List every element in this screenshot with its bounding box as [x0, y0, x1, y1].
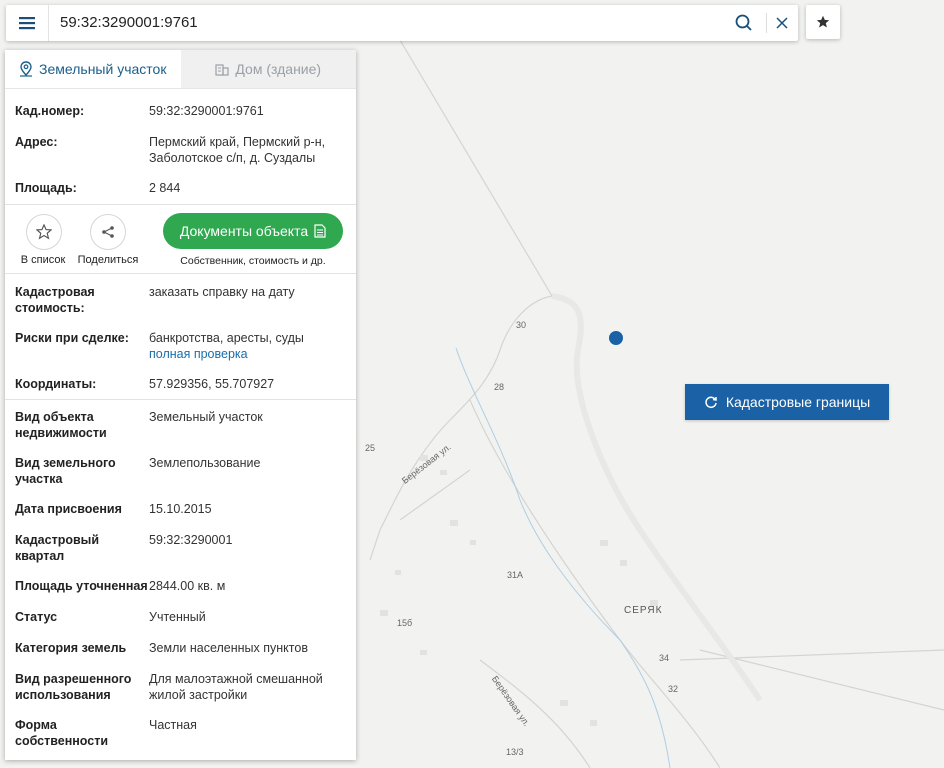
property-value: Частная: [149, 718, 197, 732]
property-row: Вид земельного участка Землепользование: [15, 455, 347, 501]
property-row: Вид разрешенного использования Для малоэт…: [15, 671, 347, 717]
tab-building[interactable]: Дом (здание): [180, 50, 356, 88]
add-to-list-button[interactable]: [26, 214, 62, 250]
add-to-list-label: В список: [20, 254, 66, 266]
share-button[interactable]: [90, 214, 126, 250]
cad-number-row: Кад.номер: 59:32:3290001:9761: [15, 103, 347, 134]
cad-cost-label: Кадастровая стоимость:: [15, 284, 149, 330]
property-label: Площадь уточненная: [15, 579, 148, 593]
properties-section: Вид объекта недвижимости Земельный участо…: [5, 400, 356, 757]
property-label: Вид разрешенного использования: [15, 672, 132, 702]
property-value: Учтенный: [149, 610, 206, 624]
property-label: Форма собственности: [15, 718, 109, 748]
area-label: Площадь:: [15, 181, 77, 195]
search-divider: [766, 13, 767, 33]
map-label-25: 25: [365, 443, 376, 453]
map-label-13-3: 13/3: [506, 747, 524, 757]
address-line: Заболотское с/п, д. Суздалы: [149, 151, 316, 165]
cad-number-label: Кад.номер:: [15, 104, 85, 118]
map-label-15b: 15б: [397, 618, 413, 628]
cad-cost-label-line: Кадастровая: [15, 285, 95, 299]
location-marker-icon[interactable]: [609, 331, 623, 345]
property-label: Категория земель: [15, 641, 127, 655]
property-value: Земли населенных пунктов: [149, 641, 308, 655]
address-row: Адрес: Пермский край, Пермский р-н, Забо…: [15, 134, 347, 180]
property-value: Для малоэтажной смешанной жилой застройки: [149, 672, 323, 702]
property-row: Вид объекта недвижимости Земельный участо…: [15, 409, 347, 455]
cad-number-link[interactable]: 59:32:3290001:9761: [149, 103, 347, 134]
property-row: Форма собственности Частная: [15, 717, 347, 757]
risks-text: банкротства, аресты, суды: [149, 331, 304, 345]
coordinates-value: 57.929356, 55.707927: [149, 377, 275, 391]
documents-subtitle: Собственник, стоимость и др.: [180, 255, 326, 267]
address-value: Пермский край, Пермский р-н, Заболотское…: [149, 134, 347, 180]
property-value: 15.10.2015: [149, 502, 212, 516]
coordinates-label: Координаты:: [15, 377, 97, 391]
order-certificate-link[interactable]: заказать справку на дату: [149, 284, 347, 330]
property-label: Статус: [15, 610, 58, 624]
property-row: Площадь уточненная 2844.00 кв. м: [15, 578, 347, 609]
address-label: Адрес:: [15, 135, 58, 149]
summary-section: Кад.номер: 59:32:3290001:9761 Адрес: Пер…: [5, 89, 356, 204]
property-label: Дата присвоения: [15, 502, 122, 516]
coordinates-row: Координаты: 57.929356, 55.707927: [15, 376, 347, 399]
map-village-label: СЕРЯК: [624, 605, 663, 616]
tab-building-label: Дом (здание): [235, 61, 322, 77]
close-icon[interactable]: [772, 13, 792, 33]
location-pin-icon: [20, 61, 33, 77]
search-icon[interactable]: [734, 13, 754, 33]
area-value: 2 844: [149, 181, 181, 195]
map-label-31a: 31А: [507, 570, 524, 580]
address-line: Пермский край, Пермский р-н,: [149, 135, 326, 149]
property-value: Землепользование: [149, 456, 261, 470]
property-value: Земельный участок: [149, 410, 263, 424]
star-icon: [816, 15, 830, 28]
cad-cost-label-line: стоимость:: [15, 301, 85, 315]
tab-land-plot[interactable]: Земельный участок: [5, 50, 181, 88]
tab-land-plot-label: Земельный участок: [39, 61, 167, 77]
search-bar: 59:32:3290001:9761: [6, 5, 798, 41]
map-label-34: 34: [659, 653, 670, 663]
object-documents-label: Документы объекта: [179, 223, 309, 239]
map-label-32: 32: [668, 684, 679, 694]
cadastral-borders-label: Кадастровые границы: [725, 394, 871, 410]
share-icon: [102, 226, 114, 238]
panel-tabs: Земельный участок Дом (здание): [5, 50, 356, 89]
object-info-panel: Земельный участок Дом (здание) Кад.номер…: [5, 50, 356, 760]
full-check-link[interactable]: полная проверка: [149, 346, 347, 362]
search-input[interactable]: 59:32:3290001:9761: [60, 5, 198, 41]
risks-row: Риски при сделке: банкротства, аресты, с…: [15, 330, 347, 376]
property-label: Кадастровый квартал: [15, 533, 100, 563]
property-row: Категория земель Земли населенных пункто…: [15, 640, 347, 671]
document-icon: [314, 224, 326, 238]
map-label-28: 28: [494, 382, 505, 392]
share-label: Поделиться: [77, 254, 139, 266]
refresh-icon: [705, 396, 717, 409]
building-icon: [215, 64, 230, 76]
property-row: Дата присвоения 15.10.2015: [15, 501, 347, 532]
object-documents-button[interactable]: Документы объекта: [163, 213, 343, 249]
property-label: Вид объекта недвижимости: [15, 410, 107, 440]
cad-cost-row: Кадастровая стоимость: заказать справку …: [15, 284, 347, 330]
risks-label: Риски при сделке:: [15, 331, 129, 345]
star-outline-icon: [36, 224, 52, 240]
favorites-button[interactable]: [806, 5, 840, 39]
map-label-30: 30: [516, 320, 527, 330]
risks-value: банкротства, аресты, суды полная проверк…: [149, 330, 347, 376]
area-row: Площадь: 2 844: [15, 180, 347, 204]
property-row: Кадастровый квартал 59:32:3290001: [15, 532, 347, 578]
menu-icon: [19, 17, 35, 30]
property-value: 59:32:3290001: [149, 533, 233, 547]
property-row: Статус Учтенный: [15, 609, 347, 640]
details-section: Кадастровая стоимость: заказать справку …: [5, 274, 356, 399]
property-value: 2844.00 кв. м: [149, 579, 226, 593]
property-label: Вид земельного участка: [15, 456, 116, 486]
actions-section: В список Поделиться Документы объекта Со…: [5, 205, 356, 274]
menu-button[interactable]: [6, 5, 49, 41]
cadastral-borders-button[interactable]: Кадастровые границы: [685, 384, 889, 420]
